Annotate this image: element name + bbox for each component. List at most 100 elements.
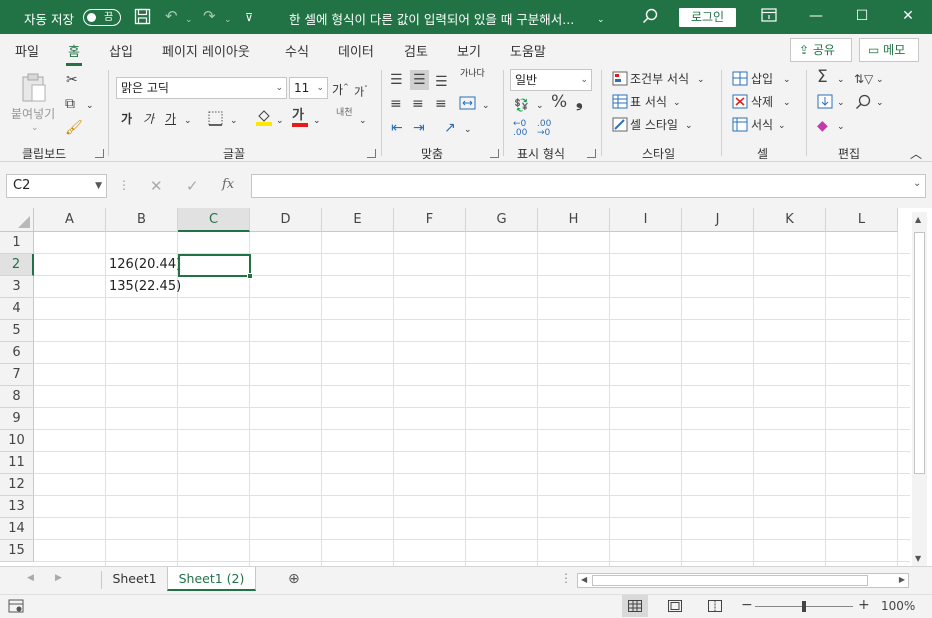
customize-qat-icon[interactable]: ⊽ xyxy=(245,10,253,26)
decrease-indent-icon[interactable]: ⇤ xyxy=(391,120,403,136)
close-icon[interactable]: ✕ xyxy=(897,6,919,26)
row-header-12[interactable]: 12 xyxy=(0,474,34,496)
copy-dropdown-icon[interactable]: ⌄ xyxy=(86,98,94,114)
borders-icon[interactable] xyxy=(208,111,223,130)
select-all-button[interactable] xyxy=(0,208,34,232)
tab-help[interactable]: 도움말 xyxy=(510,41,546,60)
merge-dropdown-icon[interactable]: ⌄ xyxy=(482,98,490,114)
cell-styles-label[interactable]: 셀 스타일 xyxy=(630,117,678,133)
cancel-icon[interactable]: ✕ xyxy=(150,177,163,195)
fill-dropdown-icon[interactable]: ⌄ xyxy=(837,95,845,111)
tab-home[interactable]: 홈 xyxy=(66,41,82,66)
name-box-dropdown-icon[interactable]: ▼ xyxy=(95,175,102,197)
row-header-10[interactable]: 10 xyxy=(0,430,34,452)
row-header-5[interactable]: 5 xyxy=(0,320,34,342)
phonetic-dropdown-icon[interactable]: ⌄ xyxy=(359,113,367,129)
increase-font-icon[interactable]: 가^ xyxy=(332,79,349,98)
memo-button[interactable]: ▭ 메모 xyxy=(859,38,919,62)
enter-icon[interactable]: ✓ xyxy=(186,177,199,195)
bold-icon[interactable]: 가 xyxy=(121,111,132,127)
orientation-dropdown-icon[interactable]: ⌄ xyxy=(464,122,472,138)
scroll-left-icon[interactable]: ◀ xyxy=(581,575,587,584)
page-break-view-icon[interactable] xyxy=(708,600,722,615)
find-dropdown-icon[interactable]: ⌄ xyxy=(876,95,884,111)
tab-review[interactable]: 검토 xyxy=(404,41,428,60)
row-header-3[interactable]: 3 xyxy=(0,276,34,298)
copy-icon[interactable]: ⧉ xyxy=(65,96,75,112)
row-header-6[interactable]: 6 xyxy=(0,342,34,364)
delete-cells-icon[interactable] xyxy=(732,94,748,113)
insert-cells-icon[interactable] xyxy=(732,71,748,90)
zoom-slider-thumb[interactable] xyxy=(802,601,806,612)
hscroll-thumb[interactable] xyxy=(592,575,868,586)
tab-formulas[interactable]: 수식 xyxy=(285,41,309,60)
column-header-g[interactable]: G xyxy=(466,208,538,232)
clear-icon[interactable]: ◆ xyxy=(817,118,828,134)
insert-dropdown-icon[interactable]: ⌄ xyxy=(783,72,791,88)
column-header-e[interactable]: E xyxy=(322,208,394,232)
row-header-7[interactable]: 7 xyxy=(0,364,34,386)
insert-function-icon[interactable]: fx xyxy=(222,177,234,192)
page-layout-view-icon[interactable] xyxy=(668,600,682,615)
search-icon[interactable] xyxy=(642,8,658,27)
add-sheet-icon[interactable]: ⊕ xyxy=(288,571,300,587)
align-right-icon[interactable]: ≡ xyxy=(435,96,447,112)
conditional-formatting-icon[interactable] xyxy=(612,71,628,90)
login-button[interactable]: 로그인 xyxy=(679,8,736,27)
vertical-scrollbar[interactable]: ▲ ▼ xyxy=(912,212,927,566)
next-sheet-icon[interactable]: ▶ xyxy=(55,573,62,583)
text-orientation-icon[interactable]: ↗ xyxy=(444,120,456,136)
name-box[interactable]: C2 ▼ xyxy=(6,174,107,198)
increase-decimal-icon[interactable]: ←0.00 xyxy=(513,120,527,138)
zoom-level[interactable]: 100% xyxy=(881,599,915,613)
maximize-icon[interactable]: ☐ xyxy=(851,6,873,26)
macro-record-icon[interactable] xyxy=(8,599,24,616)
row-header-13[interactable]: 13 xyxy=(0,496,34,518)
font-color-icon[interactable]: 가 xyxy=(292,108,308,127)
collapse-ribbon-icon[interactable]: ︿ xyxy=(910,146,922,162)
column-header-b[interactable]: B xyxy=(106,208,178,232)
format-painter-icon[interactable]: 🖌 xyxy=(65,120,83,136)
fill-icon[interactable] xyxy=(817,94,833,113)
column-header-f[interactable]: F xyxy=(394,208,466,232)
column-header-i[interactable]: I xyxy=(610,208,682,232)
redo-dropdown-icon[interactable]: ⌄ xyxy=(224,12,232,28)
percent-icon[interactable]: % xyxy=(551,94,567,111)
sort-dropdown-icon[interactable]: ⌄ xyxy=(876,72,884,88)
scroll-thumb[interactable] xyxy=(914,232,925,474)
row-header-14[interactable]: 14 xyxy=(0,518,34,540)
sheet-tab-2[interactable]: Sheet1 (2) xyxy=(167,567,256,591)
insert-cells-label[interactable]: 삽입 xyxy=(751,71,773,87)
format-cells-icon[interactable] xyxy=(732,117,748,136)
normal-view-icon[interactable] xyxy=(622,595,648,617)
number-format-dropdown-icon[interactable]: ⌄ xyxy=(580,70,588,90)
phonetic-icon[interactable]: 내천 xyxy=(336,108,353,118)
number-format-box[interactable]: 일반 ⌄ xyxy=(510,69,592,91)
zoom-in-icon[interactable]: + xyxy=(858,597,870,613)
sheet-tab-1[interactable]: Sheet1 xyxy=(102,567,167,591)
column-header-c[interactable]: C xyxy=(178,208,250,232)
column-header-a[interactable]: A xyxy=(34,208,106,232)
row-header-15[interactable]: 15 xyxy=(0,540,34,562)
font-size-dropdown-icon[interactable]: ⌄ xyxy=(316,78,324,98)
increase-indent-icon[interactable]: ⇥ xyxy=(413,120,425,136)
font-name-box[interactable]: 맑은 고딕 ⌄ xyxy=(116,77,287,99)
row-header-9[interactable]: 9 xyxy=(0,408,34,430)
sort-filter-icon[interactable]: ⇅▽ xyxy=(854,71,873,87)
cell-styles-dropdown-icon[interactable]: ⌄ xyxy=(685,118,693,134)
share-button[interactable]: ⇪ 공유 xyxy=(790,38,852,62)
scroll-up-icon[interactable]: ▲ xyxy=(915,215,921,224)
column-header-k[interactable]: K xyxy=(754,208,826,232)
align-middle-icon[interactable]: ☰ xyxy=(410,70,429,90)
cell-b3[interactable]: 135(22.45) xyxy=(106,276,181,298)
delete-dropdown-icon[interactable]: ⌄ xyxy=(783,95,791,111)
format-cells-label[interactable]: 서식 xyxy=(751,117,773,133)
merge-center-icon[interactable] xyxy=(459,96,476,114)
tab-data[interactable]: 데이터 xyxy=(338,41,374,60)
cut-icon[interactable]: ✂ xyxy=(66,72,78,88)
tab-insert[interactable]: 삽입 xyxy=(109,41,133,60)
underline-icon[interactable]: 가 xyxy=(165,111,176,127)
find-select-icon[interactable] xyxy=(855,94,871,114)
prev-sheet-icon[interactable]: ◀ xyxy=(27,573,34,583)
row-header-4[interactable]: 4 xyxy=(0,298,34,320)
